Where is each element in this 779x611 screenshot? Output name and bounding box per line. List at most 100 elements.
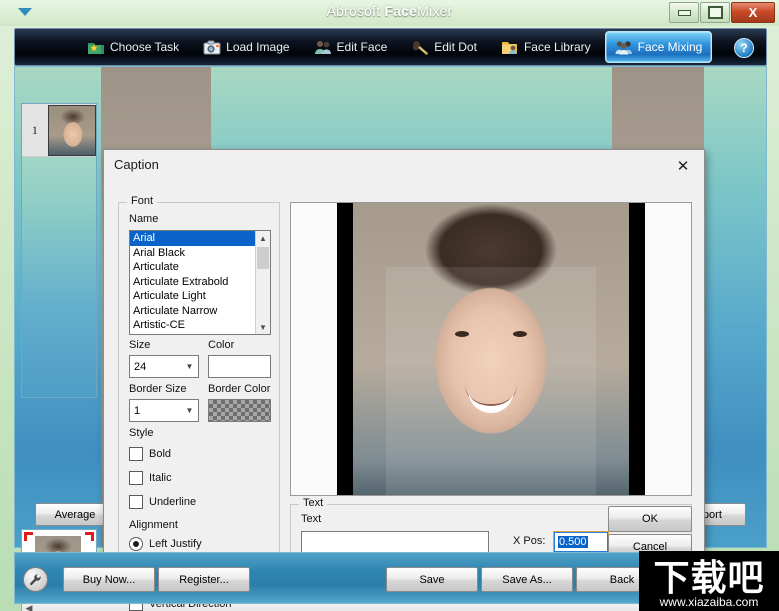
buy-now-button[interactable]: Buy Now... [63,567,155,592]
radio-left-justify[interactable]: Left Justify [129,537,202,551]
toolbar-item-edit-dot[interactable]: Edit Dot [401,31,487,63]
face-list-panel[interactable]: 1 [21,103,97,398]
text-group-legend: Text [299,497,328,509]
toolbar-label: Edit Face [336,40,388,54]
font-list-items: Arial Arial Black Articulate Articulate … [130,231,256,333]
pen-dot-icon [411,39,429,56]
three-people-icon [615,39,633,56]
checkbox-italic[interactable]: Italic [129,471,172,485]
scrollbar-thumb[interactable] [257,247,269,269]
list-item[interactable]: Articulate [130,260,256,275]
crop-corner-top-left[interactable] [24,532,33,541]
list-item[interactable]: Articulate Light [130,289,256,304]
list-item[interactable]: 1 [22,104,96,157]
border-size-label: Border Size [129,383,187,395]
folder-person-icon [501,39,519,56]
chevron-down-icon[interactable]: ▼ [256,320,270,334]
font-list-scrollbar[interactable]: ▲ ▼ [255,231,270,334]
list-item[interactable]: Articulate Extrabold [130,275,256,290]
watermark-cjk-text: 下载吧 [653,558,765,599]
radio-dot-icon[interactable] [129,537,143,551]
list-item[interactable]: Articulate Narrow [130,304,256,319]
size-label: Size [129,339,151,351]
checkbox-box-icon[interactable] [129,471,143,485]
chevron-up-icon[interactable]: ▲ [256,231,270,245]
list-item[interactable]: Arial Black [130,246,256,261]
thumbnail-image[interactable] [47,104,96,156]
list-item[interactable]: Arial [130,231,256,246]
title-bar: Abrosoft FaceMixer X [0,0,779,26]
color-label: Color [208,339,235,351]
chevron-down-icon[interactable]: ▼ [181,362,198,371]
letterbox-bar-right [629,203,645,495]
wrench-icon[interactable] [23,567,48,592]
font-size-value: 24 [134,360,147,373]
toolbar-label: Face Mixing [637,40,703,54]
checkbox-bold[interactable]: Bold [129,447,171,461]
folder-star-icon [87,39,105,56]
caption-dialog: Caption ✕ Font Name Arial Arial Black Ar… [103,149,705,611]
border-color-swatch[interactable] [208,399,271,422]
border-color-label: Border Color [208,383,271,395]
window-title-bold: Face [384,3,418,19]
two-people-icon [314,39,332,56]
toolbar-item-load-image[interactable]: Load Image [193,31,299,63]
ok-button[interactable]: OK [608,506,692,532]
toolbar-label: Choose Task [110,40,180,54]
checkbox-box-icon[interactable] [129,447,143,461]
radio-label: Left Justify [149,538,202,550]
toolbar-label: Load Image [226,40,290,54]
border-size-combo[interactable]: 1 ▼ [129,399,199,422]
window-controls: X [669,2,775,23]
window-title: Abrosoft FaceMixer [0,3,779,19]
border-size-value: 1 [134,404,141,417]
save-button[interactable]: Save [386,567,478,592]
x-pos-input[interactable]: 0.500 [553,531,609,553]
save-as-button[interactable]: Save As... [481,567,573,592]
window-title-prefix: Abrosoft [326,3,385,19]
dialog-title: Caption [114,157,159,172]
chevron-down-icon[interactable]: ▼ [181,406,198,415]
checkbox-underline[interactable]: Underline [129,495,196,509]
toolbar-item-edit-face[interactable]: Edit Face [304,31,398,63]
main-toolbar: Choose Task Load Image Edit Face Edit Do… [14,28,767,66]
font-size-combo[interactable]: 24 ▼ [129,355,199,378]
x-pos-label: X Pos: [513,535,546,547]
list-item[interactable]: Artistic-CE [130,318,256,333]
thumbnail-index: 1 [31,122,38,137]
dialog-close-icon[interactable]: ✕ [668,155,698,177]
maximize-button[interactable] [700,2,730,23]
toolbar-label: Face Library [523,40,591,54]
client-area: Abrosoft BUY NOW 1 Average Export [14,66,767,611]
toolbar-label: Edit Dot [434,40,477,54]
font-group-legend: Font [127,195,158,207]
help-icon[interactable]: ? [734,38,754,58]
font-name-label: Name [129,213,159,225]
checkbox-label: Bold [149,448,172,460]
x-pos-value: 0.500 [558,536,588,548]
minimize-button[interactable] [669,2,699,23]
dialog-body: Font Name Arial Arial Black Articulate A… [104,180,704,611]
font-color-swatch[interactable] [208,355,271,378]
caption-preview-image[interactable] [290,202,692,496]
close-button[interactable]: X [731,2,775,23]
text-field-label: Text [301,513,322,525]
preview-face-graphic [353,203,629,495]
toolbar-item-face-library[interactable]: Face Library [491,31,601,63]
alignment-label: Alignment [129,519,178,531]
checkbox-label: Underline [149,496,197,508]
preview-face-highlight [386,267,596,495]
checkbox-box-icon[interactable] [129,495,143,509]
toolbar-item-face-mixing[interactable]: Face Mixing [604,31,713,63]
font-name-listbox[interactable]: Arial Arial Black Articulate Articulate … [129,230,271,335]
register-button[interactable]: Register... [158,567,250,592]
site-watermark: 下载吧 www.xiazaiba.com [639,551,779,611]
crop-corner-top-right[interactable] [85,532,94,541]
font-groupbox: Font Name Arial Arial Black Articulate A… [118,195,280,611]
minimize-icon [677,9,691,16]
checkbox-label: Italic [149,472,172,484]
watermark-url-text: www.xiazaiba.com [659,595,759,609]
window-title-suffix: Mixer [417,3,453,19]
application-window: Abrosoft FaceMixer X Choose Task Load Im… [0,0,779,611]
toolbar-item-choose-task[interactable]: Choose Task [77,31,189,63]
